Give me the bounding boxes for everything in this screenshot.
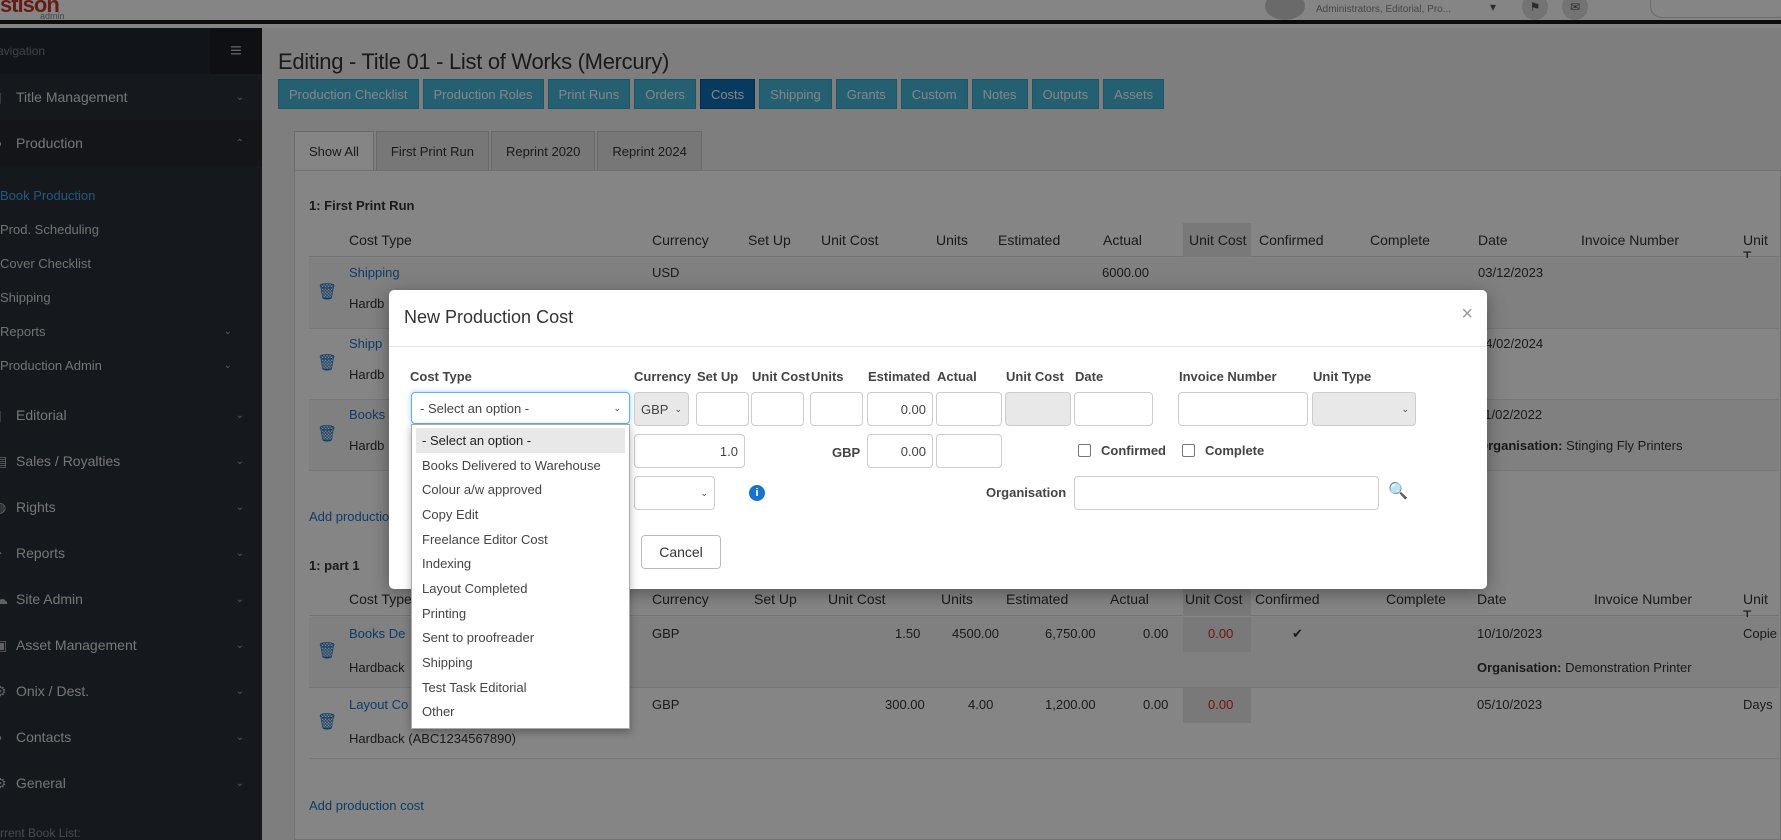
invoice-number-label: Invoice Number <box>1179 369 1277 384</box>
dropdown-option[interactable]: Other <box>412 700 629 725</box>
close-icon[interactable]: × <box>1461 303 1473 326</box>
actual-unit-cost-label: Unit Cost <box>1006 369 1064 384</box>
chevron-down-icon: ⌄ <box>674 403 682 414</box>
complete-checkbox[interactable] <box>1182 444 1195 457</box>
modal-header: New Production Cost × <box>389 290 1487 347</box>
actual-label: Actual <box>937 369 977 384</box>
search-icon[interactable]: 🔍 <box>1388 481 1408 501</box>
gbp-estimated-value: 0.00 <box>900 443 926 459</box>
confirmed-label: Confirmed <box>1101 443 1166 458</box>
cost-type-dropdown: - Select an option - Books Delivered to … <box>411 424 630 729</box>
organisation-input[interactable] <box>1074 476 1379 510</box>
complete-label: Complete <box>1205 443 1265 458</box>
organisation-label: Organisation <box>986 485 1067 500</box>
estimated-input[interactable]: 0.00 <box>867 392 933 426</box>
dropdown-option[interactable]: Books Delivered to Warehouse <box>412 453 629 478</box>
exchange-rate-input[interactable]: 1.0 <box>634 434 745 468</box>
gbp-label: GBP <box>832 445 861 460</box>
estimated-label: Estimated <box>868 369 931 384</box>
cost-type-label: Cost Type <box>410 369 472 384</box>
format-select[interactable]: ⌄ <box>634 476 715 510</box>
currency-select[interactable]: GBP ⌄ <box>634 392 689 426</box>
invoice-number-input[interactable] <box>1178 392 1308 426</box>
cost-type-selected-value: - Select an option - <box>420 400 530 416</box>
cost-type-select[interactable]: - Select an option - ⌄ <box>411 392 630 424</box>
info-icon[interactable]: i <box>749 485 765 501</box>
set-up-input[interactable] <box>696 392 749 426</box>
exchange-rate-value: 1.0 <box>719 443 738 459</box>
confirmed-checkbox[interactable] <box>1078 444 1091 457</box>
estimated-input-value: 0.00 <box>900 401 926 417</box>
gbp-actual-input[interactable] <box>936 434 1002 468</box>
date-input[interactable] <box>1074 392 1153 426</box>
dropdown-option[interactable]: - Select an option - <box>416 428 625 453</box>
date-label: Date <box>1075 369 1104 384</box>
dropdown-option[interactable]: Shipping <box>412 650 629 675</box>
gbp-estimated-input[interactable]: 0.00 <box>867 434 933 468</box>
actual-unit-cost-input <box>1005 392 1071 426</box>
units-input[interactable] <box>810 392 863 426</box>
currency-selected-value: GBP <box>641 401 669 417</box>
chevron-down-icon: ⌄ <box>700 487 708 498</box>
actual-input[interactable] <box>936 392 1002 426</box>
currency-label: Currency <box>634 369 692 384</box>
dropdown-option[interactable]: Freelance Editor Cost <box>412 527 629 552</box>
modal-title: New Production Cost <box>404 307 574 327</box>
cancel-button[interactable]: Cancel <box>641 535 721 569</box>
unit-cost-label: Unit Cost <box>752 369 810 384</box>
dropdown-option[interactable]: Sent to proofreader <box>412 626 629 651</box>
unit-cost-input[interactable] <box>751 392 804 426</box>
dropdown-option[interactable]: Test Task Editorial <box>412 675 629 700</box>
chevron-down-icon: ⌄ <box>613 402 621 413</box>
set-up-label: Set Up <box>697 369 739 384</box>
units-label: Units <box>811 369 844 384</box>
unit-type-label: Unit Type <box>1313 369 1372 384</box>
dropdown-option[interactable]: Printing <box>412 601 629 626</box>
dropdown-option[interactable]: Copy Edit <box>412 502 629 527</box>
dropdown-option[interactable]: Indexing <box>412 551 629 576</box>
dropdown-option[interactable]: Layout Completed <box>412 576 629 601</box>
dropdown-option[interactable]: Colour a/w approved <box>412 477 629 502</box>
chevron-down-icon: ⌄ <box>1401 403 1409 414</box>
unit-type-select[interactable]: ⌄ <box>1312 392 1416 426</box>
